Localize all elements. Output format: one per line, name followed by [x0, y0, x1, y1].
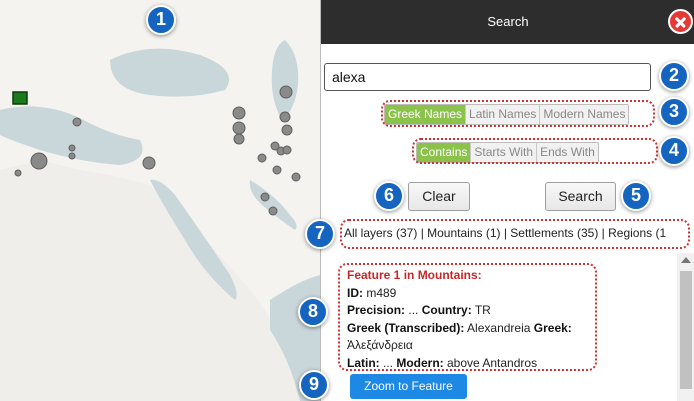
settlement-marker — [268, 206, 278, 216]
settlement-marker — [282, 145, 292, 155]
option-modern-names[interactable]: Modern Names — [540, 105, 629, 124]
zoom-to-feature-button[interactable]: Zoom to Feature — [350, 374, 467, 399]
settlement-marker — [14, 169, 22, 177]
callout-badge-6: 6 — [374, 181, 404, 211]
clear-button[interactable]: Clear — [408, 182, 470, 211]
greek-transcribed-label: Greek (Transcribed): — [347, 320, 465, 335]
match-mode-selector: Contains Starts With Ends With — [416, 142, 599, 163]
modern-label: Modern: — [396, 355, 444, 370]
settlement-marker — [279, 85, 293, 99]
settlement-marker — [68, 144, 76, 152]
option-starts-with[interactable]: Starts With — [471, 143, 538, 162]
callout-badge-3: 3 — [659, 97, 689, 127]
greek-label: Greek: — [533, 320, 572, 335]
callout-badge-1: 1 — [146, 5, 176, 35]
country-value: TR — [471, 303, 491, 317]
greek-value: Ἀλεξάνδρεια — [347, 338, 413, 352]
latin-label: Latin: — [347, 355, 380, 370]
country-label: Country: — [421, 303, 472, 317]
panel-header: Search — [321, 0, 694, 44]
callout-badge-7: 7 — [305, 219, 335, 249]
callout-badge-4: 4 — [659, 136, 689, 166]
option-latin-names[interactable]: Latin Names — [466, 105, 541, 124]
latin-value: ... — [379, 355, 397, 370]
feature-title: Feature 1 in Mountains: — [347, 268, 482, 282]
settlement-marker — [272, 165, 282, 175]
results-scrollbar[interactable] — [677, 253, 694, 401]
option-contains[interactable]: Contains — [417, 143, 472, 162]
settlement-marker — [142, 156, 156, 170]
panel-title: Search — [487, 14, 529, 29]
settlement-marker — [68, 152, 76, 160]
feature-precision-row: Precision: ... Country: TR — [347, 302, 597, 320]
feature-greek-value-row: Ἀλεξάνδρεια — [347, 337, 597, 355]
settlement-marker — [30, 152, 48, 170]
id-label: ID: — [347, 285, 363, 300]
settlement-marker — [232, 106, 246, 120]
settlement-marker — [279, 111, 291, 123]
close-icon[interactable] — [668, 9, 693, 34]
callout-badge-2: 2 — [659, 61, 689, 91]
settlement-marker — [281, 124, 293, 136]
mountain-marker — [12, 91, 28, 105]
option-ends-with[interactable]: Ends With — [537, 143, 598, 162]
callout-badge-9: 9 — [299, 370, 329, 400]
scroll-thumb[interactable] — [680, 271, 692, 389]
name-type-selector: Greek Names Latin Names Modern Names — [384, 104, 630, 125]
callout-badge-5: 5 — [621, 181, 651, 211]
settlement-marker — [257, 153, 267, 163]
settlement-marker — [233, 133, 245, 145]
feature-latin-row: Latin: ... Modern: above Antandros — [347, 355, 597, 373]
layer-filter-links[interactable]: All layers (37) | Mountains (1) | Settle… — [344, 226, 682, 240]
modern-value: above Antandros — [443, 355, 538, 370]
search-input[interactable] — [324, 63, 651, 91]
settlement-marker — [232, 121, 246, 135]
settlement-marker — [72, 117, 82, 127]
search-button[interactable]: Search — [545, 182, 616, 211]
option-greek-names[interactable]: Greek Names — [385, 105, 467, 124]
feature-id-row: ID: m489 — [347, 285, 597, 303]
settlement-marker — [291, 172, 301, 182]
scroll-up-arrow-icon[interactable] — [681, 257, 691, 263]
results-list: Feature 1 in Mountains: ID: m489 Precisi… — [325, 257, 675, 401]
precision-label: Precision: — [347, 303, 406, 317]
id-value: m489 — [363, 285, 397, 300]
feature-greek-row: Greek (Transcribed): Alexandreia Greek: — [347, 320, 597, 338]
feature-result: Feature 1 in Mountains: ID: m489 Precisi… — [347, 267, 597, 372]
greek-transcribed-value: Alexandreia — [464, 320, 534, 335]
settlement-marker — [260, 192, 270, 202]
callout-badge-8: 8 — [298, 297, 328, 327]
precision-value: ... — [405, 303, 422, 317]
